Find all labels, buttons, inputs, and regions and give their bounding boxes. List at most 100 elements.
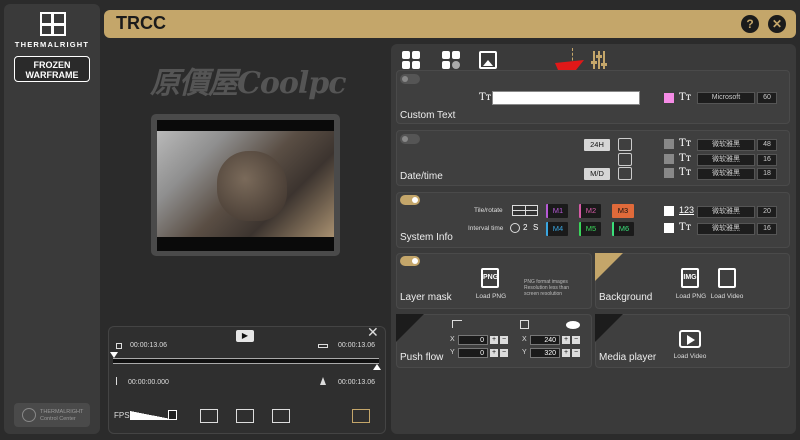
m4-button[interactable]: M4 bbox=[546, 222, 568, 236]
datetime-size-2[interactable]: 16 bbox=[757, 154, 777, 166]
m1-button[interactable]: M1 bbox=[546, 204, 568, 218]
x-label-2: X bbox=[522, 336, 527, 343]
device-label-line2: WARFRAME bbox=[25, 70, 79, 80]
number-format-icon: 123 bbox=[679, 205, 695, 215]
media-load-video-label[interactable]: Load Video bbox=[670, 353, 710, 360]
interval-value[interactable]: 2 bbox=[523, 223, 527, 232]
bg-load-png-label[interactable]: Load PNG bbox=[674, 293, 708, 300]
bg-load-video-label[interactable]: Load Video bbox=[709, 293, 745, 300]
device-button[interactable]: FROZEN WARFRAME bbox=[14, 56, 90, 82]
push-y-input[interactable]: 0 bbox=[458, 348, 488, 358]
m5-button[interactable]: M5 bbox=[579, 222, 601, 236]
datetime-font-3[interactable]: 微软雅黑 bbox=[697, 168, 755, 180]
format-md-button[interactable]: M/D bbox=[584, 168, 610, 180]
tab-layout-icon[interactable] bbox=[402, 51, 420, 69]
timeline-start-handle[interactable] bbox=[110, 352, 118, 358]
text-tt-icon: Tт bbox=[479, 92, 492, 103]
date-icon[interactable] bbox=[618, 153, 632, 166]
tab-settings-sliders-icon[interactable] bbox=[590, 51, 608, 69]
tab-image-icon[interactable] bbox=[479, 51, 497, 69]
video-panel-close-icon[interactable]: ✕ bbox=[367, 325, 379, 339]
load-png-label[interactable]: Load PNG bbox=[474, 293, 508, 300]
datetime-toggle[interactable] bbox=[400, 134, 420, 144]
tt-icon: Tт bbox=[679, 167, 692, 178]
control-center-logo: THERMALRIGHT Control Center bbox=[14, 403, 90, 427]
datetime-color-1[interactable] bbox=[664, 139, 674, 149]
calendar-icon[interactable] bbox=[618, 167, 632, 180]
custom-text-size[interactable]: 60 bbox=[757, 92, 777, 104]
x-minus-button[interactable]: − bbox=[500, 336, 508, 344]
video-file-icon[interactable] bbox=[718, 268, 736, 288]
timeline-end-handle[interactable] bbox=[373, 364, 381, 370]
watermark: 原價屋Coolpc bbox=[150, 66, 347, 101]
custom-text-font[interactable]: Microsoft bbox=[697, 92, 755, 104]
fps-slider-handle[interactable] bbox=[168, 410, 177, 420]
sysinfo-color-2[interactable] bbox=[664, 223, 674, 233]
tt-icon: Tт bbox=[679, 222, 692, 233]
m3-button[interactable]: M3 bbox=[612, 204, 634, 218]
custom-text-toggle[interactable] bbox=[400, 74, 420, 84]
push-x-input[interactable]: 0 bbox=[458, 335, 488, 345]
m6-button[interactable]: M6 bbox=[612, 222, 634, 236]
sysinfo-size-1[interactable]: 20 bbox=[757, 206, 777, 218]
custom-text-input[interactable] bbox=[492, 91, 640, 105]
help-button[interactable]: ? bbox=[741, 15, 759, 33]
total-time: 00:00:13.06 bbox=[338, 379, 375, 386]
fit-width-icon[interactable] bbox=[236, 409, 254, 423]
w-minus-button[interactable]: − bbox=[572, 336, 580, 344]
y-plus-button[interactable]: + bbox=[490, 349, 498, 357]
tab-cloud-layout-icon[interactable] bbox=[442, 51, 460, 69]
interval-clock-icon bbox=[510, 223, 520, 233]
header-bar bbox=[104, 10, 796, 38]
y-minus-button[interactable]: − bbox=[500, 349, 508, 357]
play-button[interactable]: ▶ bbox=[236, 330, 254, 342]
fit-screen-icon[interactable] bbox=[272, 409, 290, 423]
start-marker-icon bbox=[116, 343, 122, 349]
datetime-size-3[interactable]: 18 bbox=[757, 168, 777, 180]
datetime-color-3[interactable] bbox=[664, 168, 674, 178]
position-time: 00:00:00.000 bbox=[128, 379, 169, 386]
footer-line2: Control Center bbox=[40, 415, 76, 422]
y-label-2: Y bbox=[522, 349, 527, 356]
format-24h-button[interactable]: 24H bbox=[584, 139, 610, 151]
origin-icon bbox=[452, 320, 462, 328]
sysinfo-font-2[interactable]: 微软雅黑 bbox=[697, 223, 755, 235]
width-input[interactable]: 240 bbox=[530, 335, 560, 345]
png-file-icon[interactable]: PNG bbox=[481, 268, 499, 288]
size-box-icon bbox=[520, 320, 529, 329]
custom-text-label: Custom Text bbox=[400, 110, 456, 121]
layer-mask-label: Layer mask bbox=[400, 292, 452, 303]
cursor-marker-icon bbox=[320, 377, 326, 385]
eye-icon[interactable] bbox=[566, 321, 580, 329]
sysinfo-size-2[interactable]: 16 bbox=[757, 223, 777, 235]
datetime-color-2[interactable] bbox=[664, 154, 674, 164]
tile-rotate-icon[interactable] bbox=[512, 205, 538, 216]
system-info-toggle[interactable] bbox=[400, 195, 420, 205]
layer-mask-toggle[interactable] bbox=[400, 256, 420, 266]
video-timeline[interactable] bbox=[113, 358, 379, 364]
tt-icon: Tт bbox=[679, 153, 692, 164]
crop-delete-icon[interactable] bbox=[352, 409, 370, 423]
height-input[interactable]: 320 bbox=[530, 348, 560, 358]
cat-image bbox=[217, 151, 287, 221]
x-plus-button[interactable]: + bbox=[490, 336, 498, 344]
sysinfo-font-1[interactable]: 微软雅黑 bbox=[697, 206, 755, 218]
close-button[interactable]: ✕ bbox=[768, 15, 786, 33]
m2-button[interactable]: M2 bbox=[579, 204, 601, 218]
datetime-size-1[interactable]: 48 bbox=[757, 139, 777, 151]
custom-text-color-swatch[interactable] bbox=[664, 93, 674, 103]
media-video-icon[interactable] bbox=[679, 330, 701, 348]
font-tt-icon: Tт bbox=[679, 92, 692, 103]
w-plus-button[interactable]: + bbox=[562, 336, 570, 344]
thermalright-logo-icon bbox=[40, 12, 66, 36]
footer-line1: THERMALRIGHT bbox=[40, 409, 84, 415]
sysinfo-color-1[interactable] bbox=[664, 206, 674, 216]
end-time: 00:00:13.06 bbox=[338, 342, 375, 349]
clock-icon[interactable] bbox=[618, 138, 632, 151]
datetime-font-1[interactable]: 微软雅黑 bbox=[697, 139, 755, 151]
datetime-font-2[interactable]: 微软雅黑 bbox=[697, 154, 755, 166]
h-minus-button[interactable]: − bbox=[572, 349, 580, 357]
h-plus-button[interactable]: + bbox=[562, 349, 570, 357]
img-file-icon[interactable]: IMG bbox=[681, 268, 699, 288]
fit-height-icon[interactable] bbox=[200, 409, 218, 423]
